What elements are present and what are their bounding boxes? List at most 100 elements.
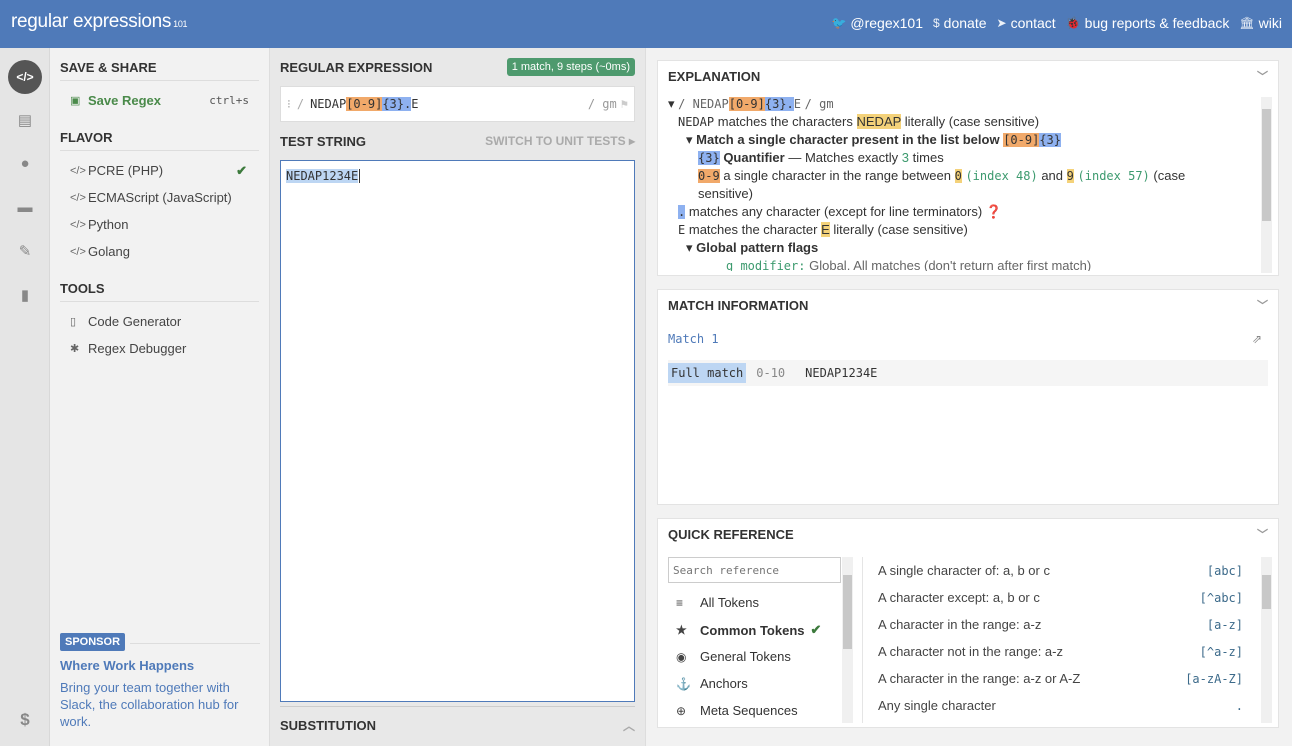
reference-row[interactable]: A single character of: a, b or c [abc]	[878, 563, 1243, 578]
flavor-ecmascript[interactable]: </> ECMAScript (JavaScript)	[60, 184, 259, 211]
nav-twitter[interactable]: 🐦 @regex101	[831, 15, 923, 31]
explanation-line: sensitive)	[668, 185, 1256, 203]
text-cursor	[359, 169, 361, 183]
user-icon[interactable]: ●	[8, 146, 42, 180]
tool-code-generator[interactable]: ▯ Code Generator	[60, 308, 259, 335]
substitution-heading: SUBSTITUTION	[280, 718, 377, 733]
reference-row[interactable]: A character in the range: a-z [a-z]	[878, 617, 1243, 632]
regex-flags[interactable]: / gm	[588, 97, 617, 111]
caret-down-icon[interactable]: ▾	[668, 96, 675, 111]
chat-icon[interactable]: ▮	[8, 278, 42, 312]
code-icon[interactable]: </>	[8, 60, 42, 94]
explanation-regex-class: [0-9]	[728, 97, 765, 111]
text: matches the character	[688, 222, 818, 237]
category-common-tokens[interactable]: ★ Common Tokens ✔	[676, 622, 836, 638]
sponsor-title[interactable]: Where Work Happens	[60, 658, 260, 673]
reference-row[interactable]: A character except: a, b or c [^abc]	[878, 590, 1243, 605]
nav-wiki[interactable]: 🏛 wiki	[1239, 15, 1282, 31]
paper-plane-icon: ➤	[996, 16, 1007, 30]
chevron-up-icon[interactable]: ︿	[623, 717, 635, 734]
target-icon: ◉	[676, 649, 687, 664]
category-general-tokens[interactable]: ◉ General Tokens	[676, 649, 836, 664]
reference-desc: Any single character	[878, 698, 996, 713]
chevron-down-icon[interactable]: ﹀	[1257, 297, 1268, 313]
text: (case	[1153, 168, 1186, 183]
quick-reference-header[interactable]: QUICK REFERENCE ﹀	[658, 519, 1278, 549]
sponsor-description[interactable]: Bring your team together with Slack, the…	[60, 679, 260, 730]
category-anchors[interactable]: ⚓ Anchors	[676, 676, 836, 691]
library-icon: 🏛	[1239, 16, 1255, 30]
regex-heading: REGULAR EXPRESSION	[280, 59, 433, 75]
substitution-header[interactable]: SUBSTITUTION ︿	[280, 706, 635, 744]
anchor-icon: ⚓	[676, 676, 691, 691]
regex-literal: NEDAP	[310, 97, 347, 111]
reference-scrollbar[interactable]	[1261, 557, 1272, 723]
save-regex-button[interactable]: ▣ Save Regex ctrl+s	[60, 87, 259, 114]
number: 3	[901, 150, 910, 165]
reference-search-input[interactable]	[668, 557, 841, 583]
explanation-scrollbar[interactable]	[1261, 97, 1272, 273]
caret-down-icon[interactable]: ▾	[686, 132, 693, 147]
divider	[862, 557, 863, 723]
category-meta-sequences[interactable]: ⊕ Meta Sequences	[676, 703, 836, 718]
token-highlight: [0-9]	[1003, 133, 1040, 147]
regex-dot: .	[404, 97, 412, 111]
sidebar: SAVE & SHARE ▣ Save Regex ctrl+s FLAVOR …	[50, 48, 270, 746]
caret-down-icon[interactable]: ▾	[686, 240, 693, 255]
dollar-icon[interactable]: $	[8, 703, 42, 737]
scrollbar-thumb[interactable]	[1262, 575, 1271, 609]
check-icon: ✔	[236, 162, 247, 178]
explanation-regex-end: E	[793, 97, 802, 111]
scrollbar-thumb[interactable]	[843, 575, 852, 649]
logo-text: regular expressions	[11, 11, 172, 32]
category-all-tokens[interactable]: ≡ All Tokens	[676, 595, 836, 610]
switch-unit-tests-button[interactable]: SWITCH TO UNIT TESTS ▸	[485, 134, 635, 148]
editor-column: REGULAR EXPRESSION 1 match, 9 steps (~0m…	[270, 48, 646, 746]
flavor-python[interactable]: </> Python	[60, 211, 259, 238]
bug-icon: 🐞	[1065, 16, 1081, 30]
drag-handle-icon[interactable]: ⁝	[287, 97, 291, 111]
flavor-pcre[interactable]: </> PCRE (PHP) ✔	[60, 157, 259, 184]
sponsor-badge: SPONSOR	[60, 633, 126, 651]
explanation-flags: / gm	[804, 97, 834, 111]
flag-icon[interactable]: ⚑	[621, 97, 628, 111]
code-icon: </>	[70, 218, 86, 231]
book-icon[interactable]: ▤	[8, 103, 42, 137]
reference-row[interactable]: Any single character.	[878, 698, 1243, 713]
text: times	[912, 150, 944, 165]
text: sensitive)	[698, 186, 753, 201]
match-title: Match 1	[668, 332, 719, 346]
reference-row[interactable]: A character in the range: a-z or A-Z [a-z…	[878, 671, 1243, 686]
flavor-golang[interactable]: </> Golang	[60, 238, 259, 265]
nav-contact[interactable]: ➤ contact	[997, 15, 1056, 31]
explanation-line: {3} Quantifier — Matches exactly 3 times	[668, 149, 1256, 167]
nav-bug-reports[interactable]: 🐞 bug reports & feedback	[1066, 15, 1230, 31]
test-string-input[interactable]: NEDAP1234E	[280, 160, 635, 702]
reference-token: [^a-z]	[1199, 644, 1243, 659]
match-info-header[interactable]: MATCH INFORMATION ﹀	[658, 290, 1278, 320]
category-scrollbar[interactable]	[842, 557, 853, 723]
gamepad-icon[interactable]: ▬	[8, 190, 42, 224]
save-shortcut: ctrl+s	[209, 94, 249, 107]
explanation-line: NEDAP matches the characters NEDAP liter…	[668, 113, 1256, 131]
wrench-icon[interactable]: ✎	[8, 234, 42, 268]
reference-row[interactable]: A character not in the range: a-z [^a-z]	[878, 644, 1243, 659]
share-icon[interactable]: ⇗	[1252, 332, 1262, 346]
explanation-header[interactable]: EXPLANATION ﹀	[658, 61, 1278, 91]
flavor-label: PCRE (PHP)	[88, 163, 164, 178]
chevron-down-icon[interactable]: ﹀	[1257, 68, 1268, 84]
explanation-line: g modifier: Global. All matches (don't r…	[668, 257, 1256, 271]
help-icon[interactable]: ❓	[986, 204, 1002, 219]
check-icon: ✔	[810, 622, 822, 637]
logo[interactable]: regular expressions 101	[11, 11, 188, 33]
scrollbar-thumb[interactable]	[1262, 109, 1271, 221]
explanation-regex: / NEDAP	[678, 97, 729, 111]
test-string-match: NEDAP1234E	[286, 169, 359, 183]
text: matches any character (except for line t…	[688, 204, 983, 219]
regex-quantifier: {3}	[382, 97, 404, 111]
star-icon: ★	[676, 623, 687, 637]
nav-donate[interactable]: $ donate	[933, 15, 987, 31]
chevron-down-icon[interactable]: ﹀	[1257, 526, 1268, 542]
regex-input[interactable]: ⁝ / NEDAP [0-9] {3}. E / gm ⚑	[280, 86, 635, 122]
tool-regex-debugger[interactable]: ✱ Regex Debugger	[60, 335, 259, 362]
